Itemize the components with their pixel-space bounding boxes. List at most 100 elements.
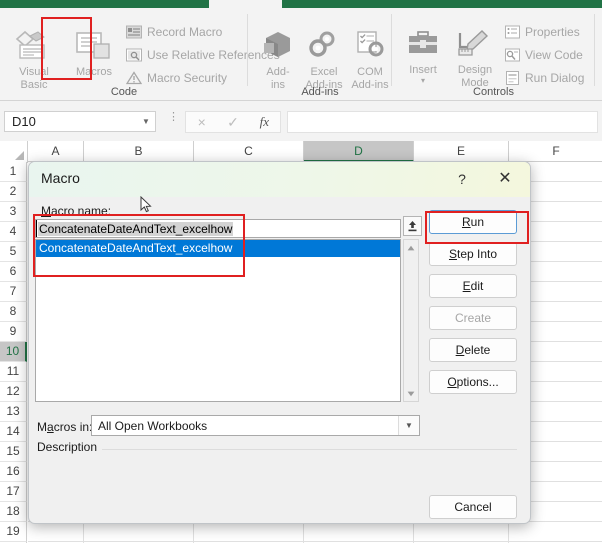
- add-ins-label-line1: Add-: [266, 66, 290, 78]
- formula-bar-grip: ⋮: [168, 111, 179, 123]
- options-button[interactable]: Options...: [429, 370, 517, 394]
- cell-A19[interactable]: [28, 522, 84, 542]
- run-dialog-button[interactable]: Run Dialog: [504, 70, 584, 86]
- macro-list-scrollbar[interactable]: [403, 239, 419, 402]
- scroll-down-icon[interactable]: [404, 386, 418, 401]
- ribbon-group-addins: Add- ins Excel Add-ins COM Add-ins Add-i…: [248, 8, 392, 100]
- ribbon-group-code: Visual Basic Macros Record Macro Use Rel…: [0, 8, 280, 100]
- row-header-15[interactable]: 15: [0, 442, 27, 462]
- macro-name-label: Macro name:: [41, 204, 112, 218]
- cancel-entry-icon[interactable]: ×: [186, 112, 217, 132]
- row-header-10[interactable]: 10: [0, 342, 27, 362]
- macros-in-label: Macros in:: [37, 420, 93, 434]
- macros-in-chevron-down-icon[interactable]: ▼: [398, 416, 419, 435]
- formula-bar-row: D10 ▼ ⋮ × ✓ fx: [0, 101, 602, 141]
- macros-in-value: All Open Workbooks: [98, 418, 208, 433]
- column-header-d[interactable]: D: [304, 141, 414, 162]
- excel-add-ins-button[interactable]: Excel Add-ins: [302, 30, 346, 92]
- confirm-entry-icon[interactable]: ✓: [217, 112, 248, 132]
- macro-security-button[interactable]: Macro Security: [126, 70, 227, 86]
- macros-button[interactable]: Macros: [66, 30, 122, 79]
- macro-list-item[interactable]: ConcatenateDateAndText_excelhow: [36, 240, 400, 257]
- row-header-14[interactable]: 14: [0, 422, 27, 442]
- row-header-7[interactable]: 7: [0, 282, 27, 302]
- formula-input[interactable]: [287, 111, 598, 133]
- row-header-11[interactable]: 11: [0, 362, 27, 382]
- ime-mode-icon[interactable]: [403, 216, 422, 236]
- com-add-ins-label-line1: COM: [357, 66, 383, 78]
- scrollbar-track[interactable]: [404, 255, 418, 386]
- edit-button[interactable]: Edit: [429, 274, 517, 298]
- view-code-button[interactable]: View Code: [504, 47, 583, 63]
- cell-B19[interactable]: [84, 522, 194, 542]
- row-header-19[interactable]: 19: [0, 522, 27, 542]
- dialog-titlebar[interactable]: Macro ? ✕: [29, 162, 530, 197]
- select-all-corner-button[interactable]: [0, 141, 28, 163]
- toolbox-icon: [400, 30, 446, 62]
- macro-list[interactable]: ConcatenateDateAndText_excelhow: [35, 239, 401, 402]
- macros-in-select[interactable]: All Open Workbooks ▼: [91, 415, 420, 436]
- ribbon-group-label-controls: Controls: [473, 86, 514, 98]
- group-separator-3: [594, 14, 595, 86]
- com-add-ins-button[interactable]: COM Add-ins: [348, 30, 392, 92]
- row-header-16[interactable]: 16: [0, 462, 27, 482]
- scroll-up-icon[interactable]: [404, 240, 418, 255]
- excel-add-ins-icon: [302, 30, 346, 64]
- delete-button[interactable]: Delete: [429, 338, 517, 362]
- column-header-e[interactable]: E: [414, 141, 509, 162]
- macro-name-input-value: ConcatenateDateAndText_excelhow: [38, 221, 234, 236]
- row-header-3[interactable]: 3: [0, 202, 27, 222]
- row-header-9[interactable]: 9: [0, 322, 27, 342]
- insert-controls-label: Insert: [409, 64, 437, 76]
- name-box[interactable]: D10 ▼: [4, 111, 156, 132]
- properties-button[interactable]: Properties: [504, 24, 580, 40]
- row-header-8[interactable]: 8: [0, 302, 27, 322]
- dialog-title: Macro: [41, 170, 80, 186]
- step-into-button[interactable]: Step Into: [429, 242, 517, 266]
- run-button[interactable]: Run: [429, 210, 517, 234]
- add-ins-button[interactable]: Add- ins: [256, 30, 300, 92]
- formula-bar-buttons: × ✓ fx: [185, 111, 281, 133]
- row-header-1[interactable]: 1: [0, 162, 27, 182]
- row-header-12[interactable]: 12: [0, 382, 27, 402]
- record-macro-button[interactable]: Record Macro: [126, 24, 222, 40]
- view-code-label: View Code: [525, 48, 583, 62]
- ribbon: Visual Basic Macros Record Macro Use Rel…: [0, 8, 602, 101]
- row-header-18[interactable]: 18: [0, 502, 27, 522]
- row-header-5[interactable]: 5: [0, 242, 27, 262]
- insert-function-icon[interactable]: fx: [249, 112, 280, 132]
- cell-E19[interactable]: [414, 522, 509, 542]
- ribbon-group-label-code: Code: [110, 86, 138, 98]
- column-header-f[interactable]: F: [509, 141, 602, 162]
- cell-C19[interactable]: [194, 522, 304, 542]
- record-macro-icon: [126, 24, 142, 40]
- select-all-triangle-icon: [15, 151, 24, 160]
- warning-triangle-icon: [126, 70, 142, 86]
- design-mode-label-line1: Design: [457, 64, 493, 76]
- macro-dialog: Macro ? ✕ Macro name: ConcatenateDateAnd…: [28, 161, 531, 524]
- macros-label: Macros: [75, 66, 113, 78]
- name-box-chevron-down-icon[interactable]: ▼: [137, 117, 155, 126]
- cell-D19[interactable]: [304, 522, 414, 542]
- description-group-rule: [37, 449, 517, 450]
- row-header-13[interactable]: 13: [0, 402, 27, 422]
- row-header-4[interactable]: 4: [0, 222, 27, 242]
- insert-controls-button[interactable]: Insert ▾: [400, 30, 446, 87]
- visual-basic-button[interactable]: Visual Basic: [8, 30, 60, 92]
- row-header-2[interactable]: 2: [0, 182, 27, 202]
- record-macro-label: Record Macro: [147, 25, 223, 39]
- row-header-17[interactable]: 17: [0, 482, 27, 502]
- macro-name-input[interactable]: ConcatenateDateAndText_excelhow: [35, 219, 401, 238]
- row-header-6[interactable]: 6: [0, 262, 27, 282]
- column-header-c[interactable]: C: [194, 141, 304, 162]
- column-header-a[interactable]: A: [28, 141, 84, 162]
- cell-F19[interactable]: [509, 522, 602, 542]
- properties-label: Properties: [525, 25, 580, 39]
- close-icon[interactable]: ✕: [490, 168, 520, 190]
- column-header-b[interactable]: B: [84, 141, 194, 162]
- design-mode-button[interactable]: Design Mode: [450, 30, 500, 90]
- com-add-ins-icon: [348, 30, 392, 64]
- cancel-button[interactable]: Cancel: [429, 495, 517, 519]
- text-caret: [36, 220, 37, 237]
- help-icon[interactable]: ?: [450, 168, 474, 190]
